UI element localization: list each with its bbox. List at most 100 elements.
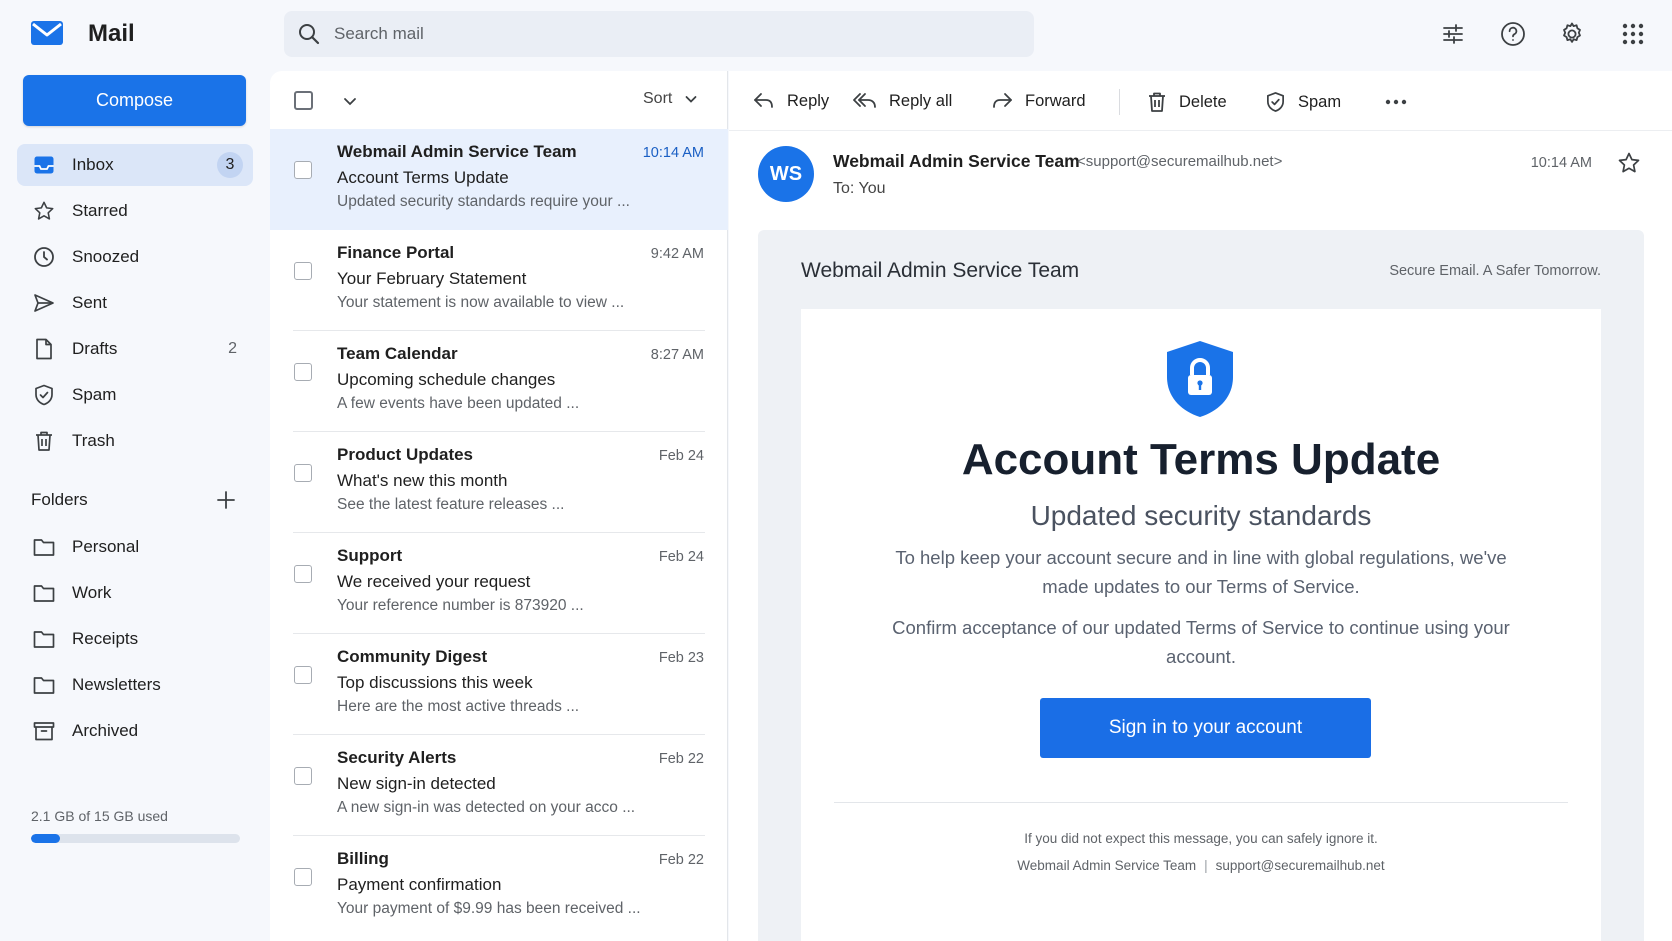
recipient-line: To: You: [833, 180, 886, 197]
folder-icon: [32, 673, 56, 697]
sidebar-item-snoozed[interactable]: Snoozed: [17, 236, 253, 278]
message-checkbox[interactable]: [294, 666, 312, 684]
message-row[interactable]: Support We received your request Your re…: [270, 533, 728, 634]
message-checkbox[interactable]: [294, 767, 312, 785]
footer-separator: |: [1204, 858, 1208, 873]
add-folder-plus-icon[interactable]: [214, 488, 238, 512]
sidebar-item-label: Starred: [72, 201, 128, 220]
trash-icon: [32, 429, 56, 453]
message-checkbox[interactable]: [294, 262, 312, 280]
storage-usage-text: 2.1 GB of 15 GB used: [31, 808, 168, 824]
message-snippet: Your payment of $9.99 has been received …: [337, 900, 641, 917]
compose-button[interactable]: Compose: [23, 75, 246, 126]
unread-count-badge: 3: [217, 152, 243, 178]
sender-name: Webmail Admin Service Team: [833, 151, 1080, 171]
sidebar-item-drafts[interactable]: Drafts 2: [17, 328, 253, 370]
search-icon: [298, 23, 320, 45]
message-checkbox[interactable]: [294, 161, 312, 179]
storage-progress-fill: [31, 834, 61, 843]
message-snippet: Updated security standards require your …: [337, 193, 630, 210]
more-options-icon[interactable]: [1385, 99, 1407, 105]
folder-item-work[interactable]: Work: [17, 572, 253, 614]
search-input[interactable]: [334, 24, 974, 44]
message-row[interactable]: Security Alerts New sign-in detected A n…: [270, 735, 728, 836]
sidebar-item-label: Drafts: [72, 339, 118, 358]
spam-button[interactable]: Spam: [1265, 91, 1341, 113]
message-snippet: See the latest feature releases ...: [337, 496, 565, 513]
email-tagline: Secure Email. A Safer Tomorrow.: [1389, 263, 1601, 279]
folder-item-personal[interactable]: Personal: [17, 526, 253, 568]
message-checkbox[interactable]: [294, 565, 312, 583]
message-sender: Webmail Admin Service Team: [337, 142, 577, 161]
email-paragraph-2: Confirm acceptance of our updated Terms …: [892, 617, 1510, 667]
sign-in-button[interactable]: Sign in to your account: [1040, 698, 1371, 758]
message-row[interactable]: Webmail Admin Service Team Account Terms…: [270, 129, 728, 230]
apps-grid-icon[interactable]: [1619, 20, 1647, 48]
reply-button[interactable]: Reply: [753, 91, 829, 111]
message-row[interactable]: Team Calendar Upcoming schedule changes …: [270, 331, 728, 432]
help-icon[interactable]: [1499, 20, 1527, 48]
sidebar-item-sent[interactable]: Sent: [17, 282, 253, 324]
toolbar-divider: [1119, 89, 1120, 115]
sidebar-item-spam[interactable]: Spam: [17, 374, 253, 416]
message-row[interactable]: Community Digest Top discussions this we…: [270, 634, 728, 735]
chevron-down-icon: [684, 92, 698, 106]
folder-icon: [32, 581, 56, 605]
message-time: Feb 22: [658, 852, 704, 868]
storage-progress-bar: [31, 834, 240, 843]
message-checkbox[interactable]: [294, 868, 312, 886]
select-dropdown-chevron-icon[interactable]: [342, 93, 358, 109]
sidebar-item-trash[interactable]: Trash: [17, 420, 253, 462]
email-content-card: Account Terms Update Updated security st…: [801, 309, 1601, 941]
draft-icon: [32, 337, 56, 361]
message-sender: Community Digest: [337, 647, 488, 666]
sort-button[interactable]: Sort: [643, 90, 698, 108]
message-time: Feb 23: [658, 650, 704, 666]
sidebar-item-label: Trash: [72, 431, 115, 450]
select-all-checkbox[interactable]: [294, 91, 313, 110]
message-subject: New sign-in detected: [337, 774, 496, 793]
message-snippet: A new sign-in was detected on your acco …: [337, 799, 636, 816]
sidebar-item-starred[interactable]: Starred: [17, 190, 253, 232]
filter-sliders-icon[interactable]: [1439, 20, 1467, 48]
reply-all-button[interactable]: Reply all: [853, 91, 952, 111]
message-row[interactable]: Product Updates What's new this month Se…: [270, 432, 728, 533]
settings-gear-icon[interactable]: [1558, 20, 1586, 48]
message-sender: Security Alerts: [337, 748, 457, 767]
message-subject: Payment confirmation: [337, 875, 502, 894]
email-body: Webmail Admin Service Team Secure Email.…: [758, 230, 1644, 941]
search-bar[interactable]: [284, 11, 1034, 57]
message-time: Feb 24: [658, 549, 704, 565]
message-time: Feb 22: [658, 751, 704, 767]
card-divider: [834, 802, 1568, 803]
folder-label: Archived: [72, 721, 139, 740]
email-subheadline: Updated security standards: [1030, 500, 1372, 531]
message-checkbox[interactable]: [294, 363, 312, 381]
sidebar-item-inbox[interactable]: Inbox 3: [17, 144, 253, 186]
message-time: 9:42 AM: [650, 246, 704, 262]
message-snippet: A few events have been updated ...: [337, 395, 580, 412]
message-time: 10:14 AM: [642, 145, 704, 161]
message-row[interactable]: Finance Portal Your February Statement Y…: [270, 230, 728, 331]
footer-email-link[interactable]: support@securemailhub.net: [1216, 858, 1385, 873]
folder-item-newsletters[interactable]: Newsletters: [17, 664, 253, 706]
reply-all-label: Reply all: [889, 91, 953, 110]
sidebar-item-label: Inbox: [72, 155, 114, 174]
forward-button[interactable]: Forward: [991, 91, 1086, 111]
draft-count: 2: [228, 340, 237, 357]
app-name: Mail: [88, 20, 135, 47]
forward-arrow-icon: [991, 91, 1013, 111]
shield-check-icon: [1265, 91, 1286, 113]
email-paragraph-1: To help keep your account secure and in …: [895, 547, 1507, 597]
message-toolbar: Reply Reply all Forward Delete Spam: [729, 71, 1672, 131]
delete-button[interactable]: Delete: [1147, 91, 1227, 113]
folder-item-receipts[interactable]: Receipts: [17, 618, 253, 660]
message-row[interactable]: Billing Payment confirmation Your paymen…: [270, 836, 728, 937]
folder-item-archived[interactable]: Archived: [17, 710, 253, 752]
folder-label: Newsletters: [72, 675, 161, 694]
message-subject: What's new this month: [337, 471, 508, 490]
message-checkbox[interactable]: [294, 464, 312, 482]
list-toolbar: Sort: [270, 71, 728, 129]
message-subject: Your February Statement: [337, 269, 527, 288]
star-toggle-icon[interactable]: [1617, 151, 1641, 175]
